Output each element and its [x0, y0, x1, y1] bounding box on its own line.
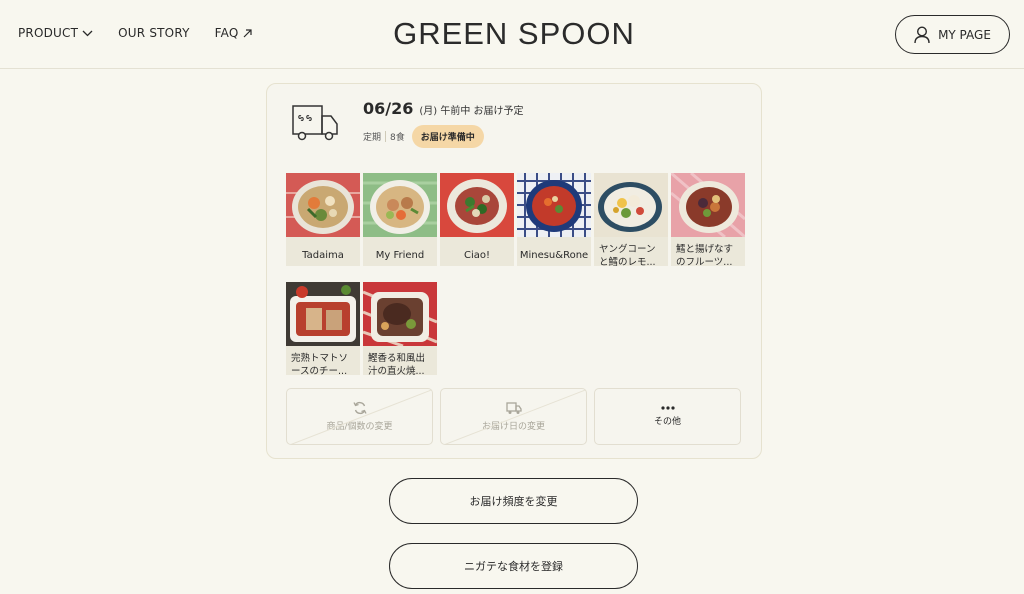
delivery-date: 06/26 (月) 午前中 お届け予定 [363, 99, 524, 118]
more-options-label: その他 [653, 417, 681, 427]
meal-photo [440, 173, 514, 237]
meal-name: Minesu&Rone [519, 250, 589, 261]
nav-faq[interactable]: FAQ [215, 26, 252, 40]
register-dislikes-button[interactable]: ニガテな食材を登録 [389, 543, 638, 589]
meal-name: 鱈と揚げなすのフルーツ... [676, 243, 734, 268]
disabled-slash [290, 389, 432, 444]
delivery-date-detail: (月) 午前中 お届け予定 [419, 106, 524, 117]
meal-name: 鰹香る和風出汁の直火焼... [368, 352, 426, 377]
meal-photo [286, 173, 360, 237]
meal-item[interactable]: 鰹香る和風出汁の直火焼... [362, 282, 438, 377]
meal-name: My Friend [375, 250, 425, 261]
meal-name: Ciao! [463, 250, 490, 261]
disabled-slash [444, 389, 586, 444]
meal-item[interactable]: 完熟トマトソースのチー... [286, 282, 360, 377]
nav-our-story-label: OUR STORY [118, 26, 190, 40]
nav-product-label: PRODUCT [18, 26, 79, 40]
meal-name: Tadaima [302, 250, 344, 261]
meal-item[interactable]: ヤングコーンと鱈のレモ... [594, 173, 668, 268]
nav-our-story[interactable]: OUR STORY [118, 26, 189, 40]
meal-item[interactable]: My Friend [363, 173, 437, 266]
status-badge: お届け準備中 [411, 125, 484, 148]
meal-name: ヤングコーンと鱈のレモ... [599, 243, 656, 268]
delivery-truck-icon [292, 105, 338, 141]
delivery-date-value: 06/26 [363, 99, 414, 118]
my-page-label: MY PAGE [938, 27, 991, 42]
main-nav: PRODUCT OUR STORY FAQ [18, 26, 277, 40]
meal-photo [362, 282, 438, 348]
meal-item[interactable]: Minesu&Rone [517, 173, 591, 266]
nav-faq-label: FAQ [214, 26, 239, 40]
change-items-button[interactable]: 商品/個数の変更 [286, 388, 433, 445]
delivery-meta: 定期 8食 お届け準備中 [363, 125, 484, 148]
meal-item[interactable]: Tadaima [286, 173, 360, 266]
change-frequency-button[interactable]: お届け頻度を変更 [389, 478, 638, 524]
user-icon [914, 25, 930, 43]
site-header: PRODUCT OUR STORY FAQ GREEN SPOON MY PAG… [0, 0, 1024, 69]
meal-item[interactable]: Ciao! [440, 173, 514, 266]
meal-name: 完熟トマトソースのチー... [291, 352, 349, 377]
meal-photo [517, 173, 591, 237]
meal-photo [363, 173, 437, 237]
plan-type: 定期 [363, 133, 382, 143]
delivery-card: 06/26 (月) 午前中 お届け予定 定期 8食 お届け準備中 Tadaima [266, 83, 762, 459]
nav-product[interactable]: PRODUCT [18, 26, 93, 40]
more-icon [660, 406, 675, 410]
meal-item[interactable]: 鱈と揚げなすのフルーツ... [670, 171, 746, 268]
meal-photo [286, 282, 360, 346]
change-date-button[interactable]: お届け日の変更 [440, 388, 587, 445]
meal-photo [670, 171, 746, 239]
chevron-down-icon [82, 30, 93, 36]
external-arrow-icon [243, 28, 252, 37]
more-options-button[interactable]: その他 [594, 388, 741, 445]
brand-logo[interactable]: GREEN SPOON [393, 16, 635, 52]
meta-divider [385, 131, 387, 142]
my-page-button[interactable]: MY PAGE [895, 15, 1010, 54]
meal-count: 8食 [390, 133, 405, 143]
meal-photo [594, 173, 668, 237]
